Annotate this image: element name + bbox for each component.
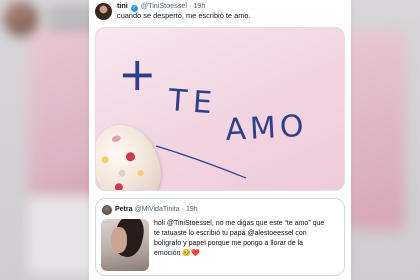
background-photo xyxy=(345,30,405,230)
quote-line: holi @TiniStoessel, no me digas que este… xyxy=(154,220,325,227)
author-name[interactable]: tini xyxy=(117,1,128,10)
tweet-card[interactable]: tini ✓ @TiniStoessel · 19h cuando se des… xyxy=(89,0,351,280)
author-handle[interactable]: @TiniStoessel xyxy=(141,1,187,10)
nail-gem xyxy=(111,134,122,144)
nail-gem xyxy=(117,168,127,178)
quote-avatar[interactable] xyxy=(102,205,112,215)
quote-line: bolígrafo y papel porque me pongo a llor… xyxy=(154,240,304,247)
quote-header: Petra @MiVidaTinita · 19h xyxy=(115,205,198,214)
quote-thumbnail[interactable] xyxy=(101,219,149,271)
handwriting-amo: AMO xyxy=(225,109,309,148)
nail-gem xyxy=(136,169,145,177)
nail-gem xyxy=(124,151,137,163)
quote-author-name[interactable]: Petra xyxy=(115,206,133,213)
quote-line: emoción 🥺❤️ xyxy=(154,250,200,257)
nail-gem xyxy=(113,182,124,190)
tweet-time[interactable]: 19h xyxy=(193,1,205,10)
pen-stroke xyxy=(155,145,247,179)
background-avatar xyxy=(4,2,38,36)
handwriting-cross: + xyxy=(118,47,157,101)
thumbnail-face xyxy=(111,227,127,253)
quote-author-handle[interactable]: @MiVidaTinita xyxy=(134,206,179,213)
handwriting-te: TE xyxy=(166,83,219,121)
header-separator: · xyxy=(188,1,192,10)
nail-gem xyxy=(100,155,110,165)
quote-line: te tatuaste lo escribió tu papá @alestoe… xyxy=(154,230,307,237)
quote-time[interactable]: 19h xyxy=(186,206,198,213)
quoted-tweet[interactable]: Petra @MiVidaTinita · 19h holi @TiniStoe… xyxy=(95,198,345,276)
tweet-media[interactable]: + TE AMO xyxy=(95,27,345,191)
quote-text: holi @TiniStoessel, no me digas que este… xyxy=(154,219,342,259)
avatar[interactable] xyxy=(95,3,112,20)
quote-separator: · xyxy=(181,206,184,213)
tweet-text: cuando se despertó, me escribió te amo. xyxy=(117,11,251,20)
